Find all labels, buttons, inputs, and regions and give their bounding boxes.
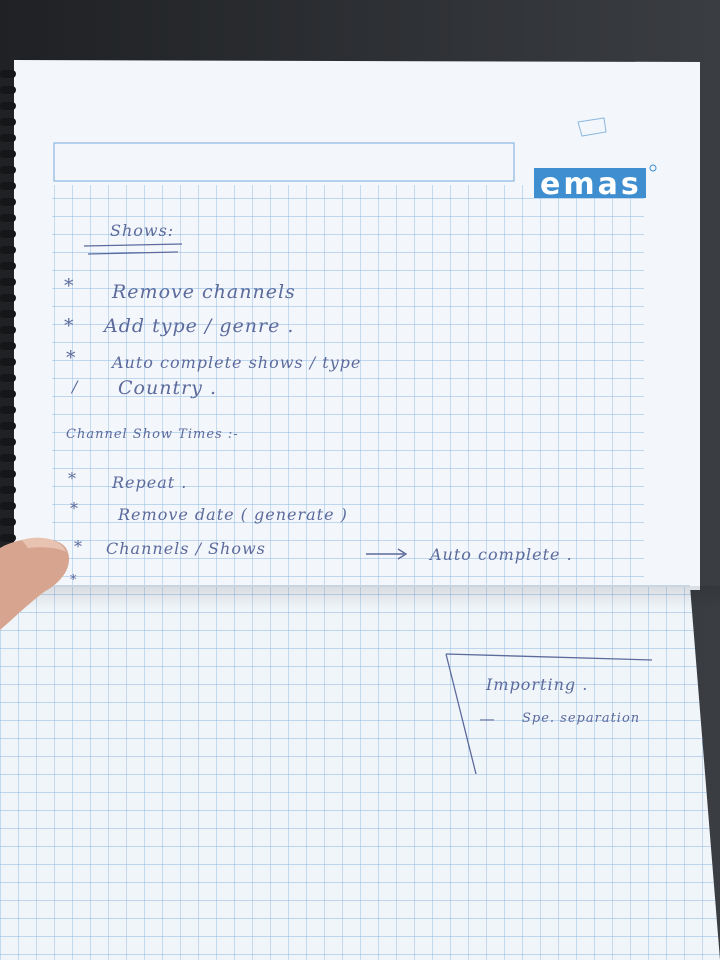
spiral-ring bbox=[0, 342, 16, 350]
box-item: Spe. separation bbox=[522, 711, 640, 726]
trailing-bullet: * bbox=[70, 573, 78, 588]
spiral-ring bbox=[0, 406, 16, 414]
spiral-ring bbox=[0, 86, 16, 94]
shows-item-4: Country . bbox=[118, 377, 217, 399]
channel-item-1: Repeat . bbox=[111, 473, 187, 492]
spiral-ring bbox=[0, 198, 16, 206]
box-title: Importing . bbox=[485, 675, 588, 694]
brand-text: emas bbox=[540, 167, 642, 202]
channel-item-3: Channels / Shows bbox=[106, 539, 266, 558]
spiral-ring bbox=[0, 534, 16, 542]
notes-heading: Shows: bbox=[110, 221, 174, 240]
shows-bullet-1: * bbox=[64, 275, 75, 297]
channel-bullet-3: * bbox=[74, 537, 83, 556]
spiral-ring bbox=[0, 310, 16, 318]
spiral-ring bbox=[0, 262, 16, 270]
spiral-ring bbox=[0, 102, 16, 110]
channel-bullet-2: * bbox=[70, 499, 79, 518]
spiral-ring bbox=[0, 358, 16, 366]
lower-page bbox=[0, 585, 720, 960]
notebook-photo: emas Shows: * Remove channels * Add type… bbox=[0, 0, 720, 960]
spiral-ring bbox=[0, 502, 16, 510]
shows-item-1: Remove channels bbox=[111, 281, 296, 303]
channel-item-2: Remove date ( generate ) bbox=[117, 505, 348, 524]
spiral-ring bbox=[0, 70, 16, 78]
spiral-ring bbox=[0, 438, 16, 446]
shows-bullet-4: / bbox=[70, 377, 79, 396]
spiral-ring bbox=[0, 326, 16, 334]
shows-bullet-3: * bbox=[66, 347, 77, 369]
spiral-ring bbox=[0, 118, 16, 126]
spiral-ring bbox=[0, 518, 16, 526]
channel-heading: Channel Show Times :- bbox=[66, 427, 239, 442]
spiral-ring bbox=[0, 470, 16, 478]
spiral-ring bbox=[0, 294, 16, 302]
spiral-ring bbox=[0, 390, 16, 398]
spiral-ring bbox=[0, 134, 16, 142]
shows-item-2: Add type / genre . bbox=[102, 315, 294, 337]
spiral-ring bbox=[0, 214, 16, 222]
channel-bullet-1: * bbox=[68, 469, 77, 488]
spiral-ring bbox=[0, 246, 16, 254]
spiral-ring bbox=[0, 454, 16, 462]
spiral-ring bbox=[0, 278, 16, 286]
shows-item-3: Auto complete shows / type bbox=[110, 353, 361, 372]
spiral-ring bbox=[0, 166, 16, 174]
spiral-ring bbox=[0, 230, 16, 238]
spiral-ring bbox=[0, 422, 16, 430]
spiral-ring bbox=[0, 374, 16, 382]
spiral-ring bbox=[0, 182, 16, 190]
spiral-ring bbox=[0, 150, 16, 158]
shows-bullet-2: * bbox=[64, 315, 75, 337]
spiral-ring bbox=[0, 486, 16, 494]
arrow-target-text: Auto complete . bbox=[428, 545, 573, 564]
brand-logo: emas bbox=[534, 164, 657, 202]
